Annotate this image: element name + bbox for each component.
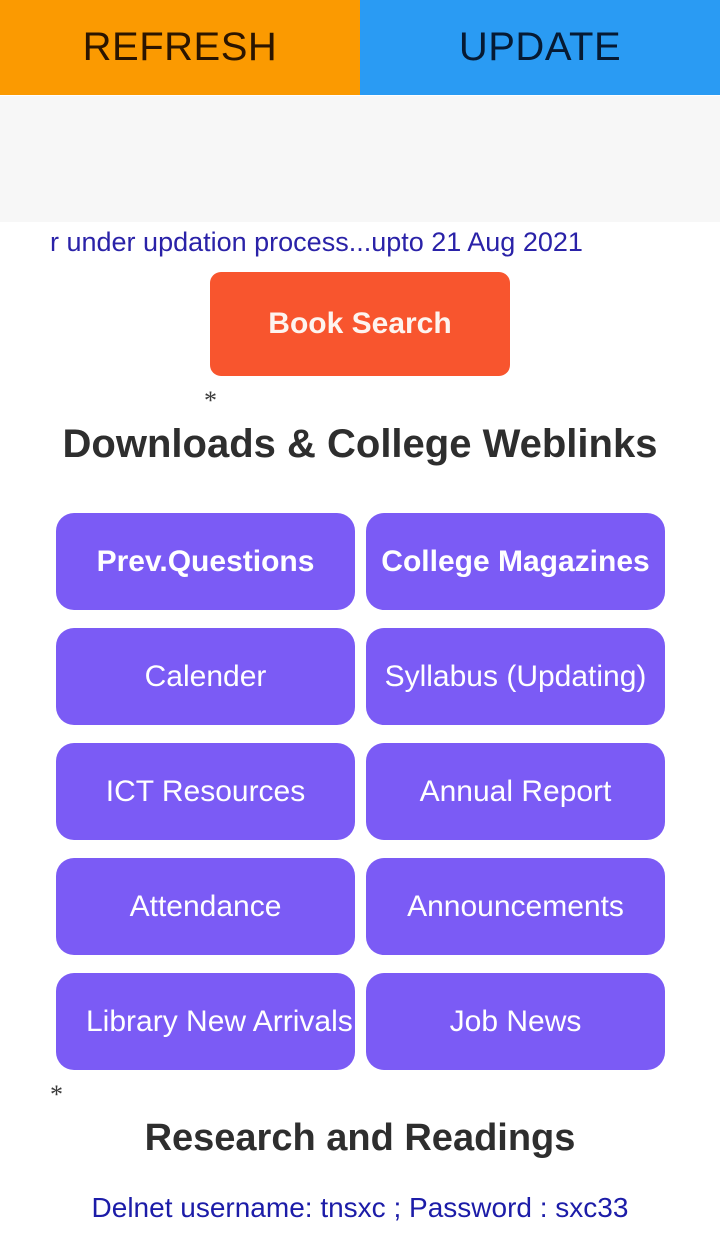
weblink-button-label: Attendance: [129, 889, 282, 923]
refresh-button[interactable]: REFRESH: [0, 0, 360, 95]
weblink-button-label: Prev.Questions: [96, 544, 315, 578]
weblink-button-label: ICT Resources: [105, 774, 306, 808]
weblink-button-label: Syllabus (Updating): [384, 659, 647, 693]
weblink-button[interactable]: ICT Resources: [56, 743, 355, 840]
research-section-heading: Research and Readings: [144, 1117, 576, 1159]
weblink-button[interactable]: Annual Report: [366, 743, 665, 840]
weblink-button-label: Annual Report: [419, 774, 612, 808]
weblink-button-label: Calender: [144, 659, 267, 693]
weblink-button[interactable]: Library New Arrivals: [56, 973, 355, 1070]
weblink-button[interactable]: Announcements: [366, 858, 665, 955]
weblink-button[interactable]: Syllabus (Updating): [366, 628, 665, 725]
asterisk-marker-bottom: *: [50, 1080, 63, 1109]
marquee-notice-text: r under updation process...upto 21 Aug 2…: [50, 227, 583, 257]
banner-placeholder: [0, 96, 720, 222]
weblink-button[interactable]: Calender: [56, 628, 355, 725]
downloads-section-heading: Downloads & College Weblinks: [62, 422, 658, 466]
weblink-button-label: Job News: [449, 1004, 582, 1038]
marquee-notice: r under updation process...upto 21 Aug 2…: [0, 222, 720, 262]
book-search-button[interactable]: Book Search: [210, 272, 510, 376]
weblink-button[interactable]: Attendance: [56, 858, 355, 955]
weblink-button[interactable]: College Magazines: [366, 513, 665, 610]
update-button[interactable]: UPDATE: [360, 0, 720, 95]
weblink-button-label: Library New Arrivals: [86, 1004, 353, 1038]
weblink-button[interactable]: Prev.Questions: [56, 513, 355, 610]
asterisk-marker-top: *: [204, 386, 217, 415]
delnet-credentials-text: Delnet username: tnsxc ; Password : sxc3…: [91, 1192, 629, 1223]
weblinks-grid: Prev.Questions College Magazines Calender S…: [56, 513, 665, 1070]
top-action-bar: REFRESH UPDATE: [0, 0, 720, 95]
weblink-button-label: College Magazines: [381, 544, 650, 578]
weblink-button-label: Announcements: [407, 889, 624, 923]
weblink-button[interactable]: Job News: [366, 973, 665, 1070]
